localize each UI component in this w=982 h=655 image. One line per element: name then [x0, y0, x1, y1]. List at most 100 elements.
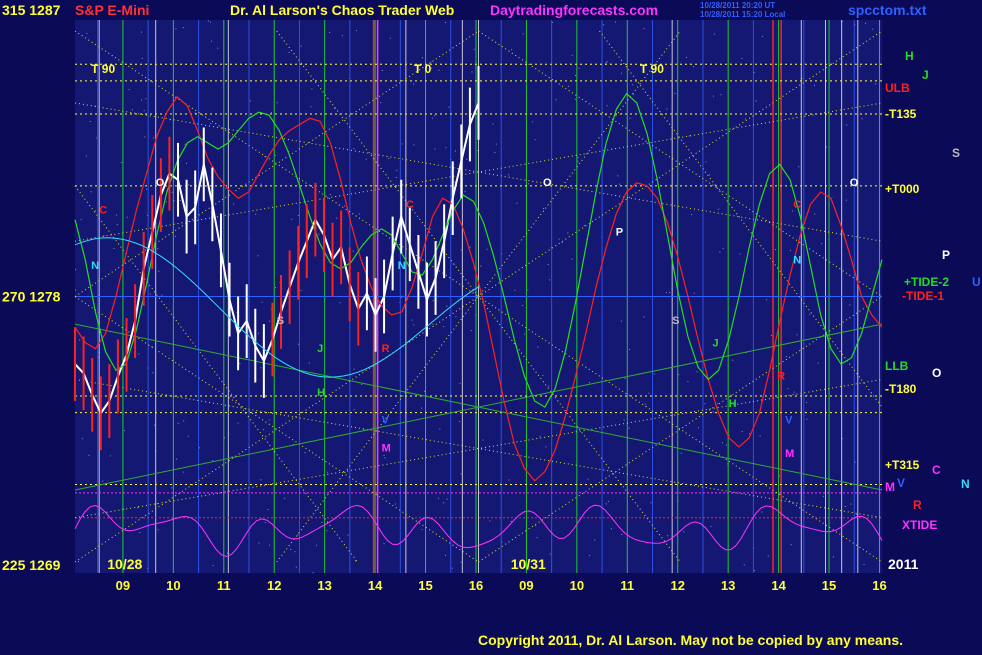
star-dot: [413, 144, 415, 146]
star-dot: [825, 146, 827, 148]
star-dot: [632, 93, 634, 95]
star-dot: [719, 251, 721, 253]
star-dot: [269, 544, 271, 546]
star-dot: [185, 162, 187, 164]
star-dot: [431, 117, 433, 119]
star-dot: [188, 184, 190, 186]
star-dot: [678, 374, 680, 376]
star-dot: [755, 100, 757, 102]
star-dot: [687, 381, 689, 383]
star-dot: [86, 32, 88, 34]
plot-marker-letter: S: [277, 315, 284, 327]
star-dot: [260, 367, 262, 369]
star-dot: [454, 181, 456, 183]
star-dot: [555, 99, 557, 101]
star-dot: [259, 117, 261, 119]
star-dot: [494, 151, 496, 153]
star-dot: [577, 160, 579, 162]
plot-marker-letter: N: [793, 254, 801, 266]
timestamp-ut: 10/28/2011 20:20 UT: [700, 1, 776, 10]
star-dot: [495, 143, 497, 145]
star-dot: [793, 391, 795, 393]
star-dot: [741, 57, 743, 59]
star-dot: [832, 556, 834, 558]
star-dot: [260, 479, 262, 481]
star-dot: [275, 287, 277, 289]
star-dot: [183, 420, 185, 422]
star-dot: [355, 30, 357, 32]
star-dot: [709, 174, 711, 176]
x-tick-label: 11: [620, 578, 634, 593]
star-dot: [643, 28, 645, 30]
star-dot: [603, 24, 605, 26]
star-dot: [311, 88, 313, 90]
star-dot: [438, 69, 440, 71]
star-dot: [720, 94, 722, 96]
star-dot: [445, 22, 447, 24]
star-dot: [674, 92, 676, 94]
star-dot: [476, 408, 478, 410]
star-dot: [297, 215, 299, 217]
star-dot: [78, 561, 80, 563]
star-dot: [766, 299, 768, 301]
star-dot: [260, 183, 262, 185]
star-dot: [116, 214, 118, 216]
star-dot: [548, 385, 550, 387]
star-dot: [146, 188, 148, 190]
star-dot: [157, 529, 159, 531]
right-axis-label: -T135: [885, 107, 917, 121]
star-dot: [149, 293, 151, 295]
star-dot: [352, 250, 354, 252]
star-dot: [270, 111, 272, 113]
clock-marker-label: T 90: [91, 62, 115, 76]
star-dot: [81, 438, 83, 440]
star-dot: [460, 561, 462, 563]
star-dot: [421, 57, 423, 59]
plot-marker-letter: R: [382, 343, 390, 355]
chart-container: 09 10 11 12 13 14 15 16 09 10 11 12 13 14 15 16 270 1278…: [0, 0, 982, 650]
star-dot: [469, 246, 471, 248]
star-dot: [770, 334, 772, 336]
y-tick-label: 225 1269: [2, 557, 61, 573]
star-dot: [861, 118, 863, 120]
star-dot: [744, 118, 746, 120]
star-dot: [401, 143, 403, 145]
star-dot: [813, 84, 815, 86]
star-dot: [660, 410, 662, 412]
star-dot: [567, 232, 569, 234]
star-dot: [666, 108, 668, 110]
star-dot: [704, 403, 706, 405]
star-dot: [258, 542, 260, 544]
star-dot: [113, 247, 115, 249]
star-dot: [90, 191, 92, 193]
star-dot: [618, 183, 620, 185]
star-dot: [547, 263, 549, 265]
x-tick-label: 12: [267, 578, 281, 593]
star-dot: [643, 316, 645, 318]
star-dot: [621, 533, 623, 535]
star-dot: [318, 233, 320, 235]
x-tick-label: 09: [519, 578, 533, 593]
star-dot: [482, 439, 484, 441]
star-dot: [561, 242, 563, 244]
star-dot: [629, 117, 631, 119]
star-dot: [511, 49, 513, 51]
right-axis-label: XTIDE: [902, 518, 937, 532]
star-dot: [231, 456, 233, 458]
star-dot: [165, 201, 167, 203]
instrument-label: S&P E-Mini: [75, 2, 150, 18]
x-tick-label: 13: [317, 578, 331, 593]
star-dot: [624, 377, 626, 379]
star-dot: [432, 323, 434, 325]
star-dot: [267, 508, 269, 510]
star-dot: [383, 543, 385, 545]
star-dot: [157, 248, 159, 250]
star-dot: [439, 428, 441, 430]
clock-marker-label: T 0: [414, 62, 432, 76]
star-dot: [606, 61, 608, 63]
star-dot: [535, 525, 537, 527]
star-dot: [384, 457, 386, 459]
star-dot: [589, 382, 591, 384]
x-tick-label: 15: [418, 578, 432, 593]
star-dot: [395, 176, 397, 178]
